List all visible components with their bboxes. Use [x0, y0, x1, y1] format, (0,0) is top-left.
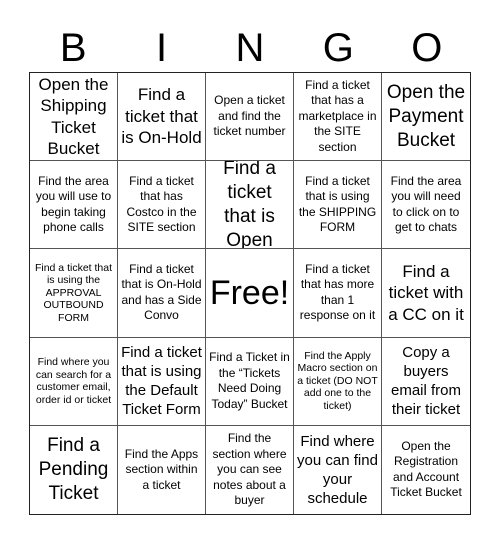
header-letter-n: N — [235, 26, 265, 70]
bingo-cell[interactable]: Find a Pending Ticket — [30, 425, 118, 514]
bingo-cell[interactable]: Find a ticket that has Costco in the SIT… — [118, 161, 206, 250]
cell-text: Find a ticket that has a marketplace in … — [298, 77, 377, 154]
cell-text: Find a ticket with a CC on it — [388, 261, 464, 324]
header-letter-o: O — [411, 26, 443, 70]
bingo-cell[interactable]: Find a ticket that is using the SHIPPING… — [294, 161, 382, 250]
bingo-grid: Open the Shipping Ticket Bucket Find a t… — [29, 72, 471, 515]
bingo-cell[interactable]: Find the section where you can see notes… — [206, 425, 294, 514]
bingo-cell[interactable]: Open a ticket and find the ticket number — [206, 73, 294, 162]
cell-text: Find the section where you can see notes… — [212, 431, 287, 508]
cell-text: Find the area you will use to begin taki… — [35, 173, 112, 235]
cell-text: Find a Pending Ticket — [38, 434, 109, 504]
cell-text: Find a ticket that is Open — [223, 161, 276, 250]
bingo-cell[interactable]: Find the Apply Macro section on a ticket… — [294, 337, 382, 426]
bingo-cell[interactable]: Find a ticket that is Open — [206, 161, 294, 250]
bingo-cell[interactable]: Find a ticket that is using the APPROVAL… — [30, 249, 118, 338]
header-letter-i: I — [156, 26, 168, 70]
bingo-cell[interactable]: Open the Shipping Ticket Bucket — [30, 73, 118, 162]
cell-text: Find where you can search for a customer… — [35, 356, 112, 406]
bingo-cell[interactable]: Find a Ticket in the “Tickets Need Doing… — [206, 337, 294, 426]
header-letter-g: G — [322, 26, 354, 70]
cell-text: Find a ticket that has Costco in the SIT… — [126, 173, 197, 235]
cell-text: Open the Shipping Ticket Bucket — [38, 74, 109, 159]
cell-text: Find a ticket that is using the SHIPPING… — [298, 173, 377, 235]
bingo-cell[interactable]: Find a ticket that is On-Hold and has a … — [118, 249, 206, 338]
bingo-cell[interactable]: Find a ticket with a CC on it — [382, 249, 470, 338]
bingo-header: B I N G O — [29, 24, 471, 72]
bingo-cell[interactable]: Find where you can find your schedule — [294, 425, 382, 514]
free-space-cell[interactable]: Free! — [206, 249, 294, 338]
cell-text: Open the Payment Bucket — [386, 81, 466, 151]
cell-text: Open the Registration and Account Ticket… — [390, 438, 462, 500]
free-space-text: Free! — [209, 273, 290, 312]
cell-text: Find the area you will need to click on … — [390, 173, 462, 235]
bingo-cell[interactable]: Find the Apps section within a ticket — [118, 425, 206, 514]
cell-text: Find the Apps section within a ticket — [124, 446, 199, 492]
cell-text: Open a ticket and find the ticket number — [213, 93, 286, 139]
bingo-cell[interactable]: Open the Payment Bucket — [382, 73, 470, 162]
cell-text: Copy a buyers email from their ticket — [390, 344, 461, 419]
cell-text: Find a ticket that has more than 1 respo… — [299, 261, 376, 323]
cell-text: Find a ticket that is On-Hold and has a … — [121, 261, 202, 323]
bingo-cell[interactable]: Find the area you will use to begin taki… — [30, 161, 118, 250]
bingo-cell[interactable]: Find the area you will need to click on … — [382, 161, 470, 250]
cell-text: Find the Apply Macro section on a ticket… — [297, 349, 378, 412]
cell-text: Find where you can find your schedule — [297, 432, 378, 507]
bingo-cell[interactable]: Find a ticket that is On-Hold — [118, 73, 206, 162]
cell-text: Find a ticket that is using the Default … — [121, 344, 202, 419]
bingo-cell[interactable]: Find where you can search for a customer… — [30, 337, 118, 426]
cell-text: Find a ticket that is using the APPROVAL… — [34, 261, 113, 324]
bingo-cell[interactable]: Open the Registration and Account Ticket… — [382, 426, 470, 514]
bingo-cell[interactable]: Copy a buyers email from their ticket — [382, 338, 470, 426]
cell-text: Find a Ticket in the “Tickets Need Doing… — [209, 350, 290, 411]
bingo-cell[interactable]: Find a ticket that is using the Default … — [118, 337, 206, 426]
bingo-cell[interactable]: Find a ticket that has more than 1 respo… — [294, 249, 382, 338]
bingo-cell[interactable]: Find a ticket that has a marketplace in … — [294, 73, 382, 162]
cell-text: Find a ticket that is On-Hold — [121, 85, 202, 148]
header-letter-b: B — [59, 26, 87, 70]
